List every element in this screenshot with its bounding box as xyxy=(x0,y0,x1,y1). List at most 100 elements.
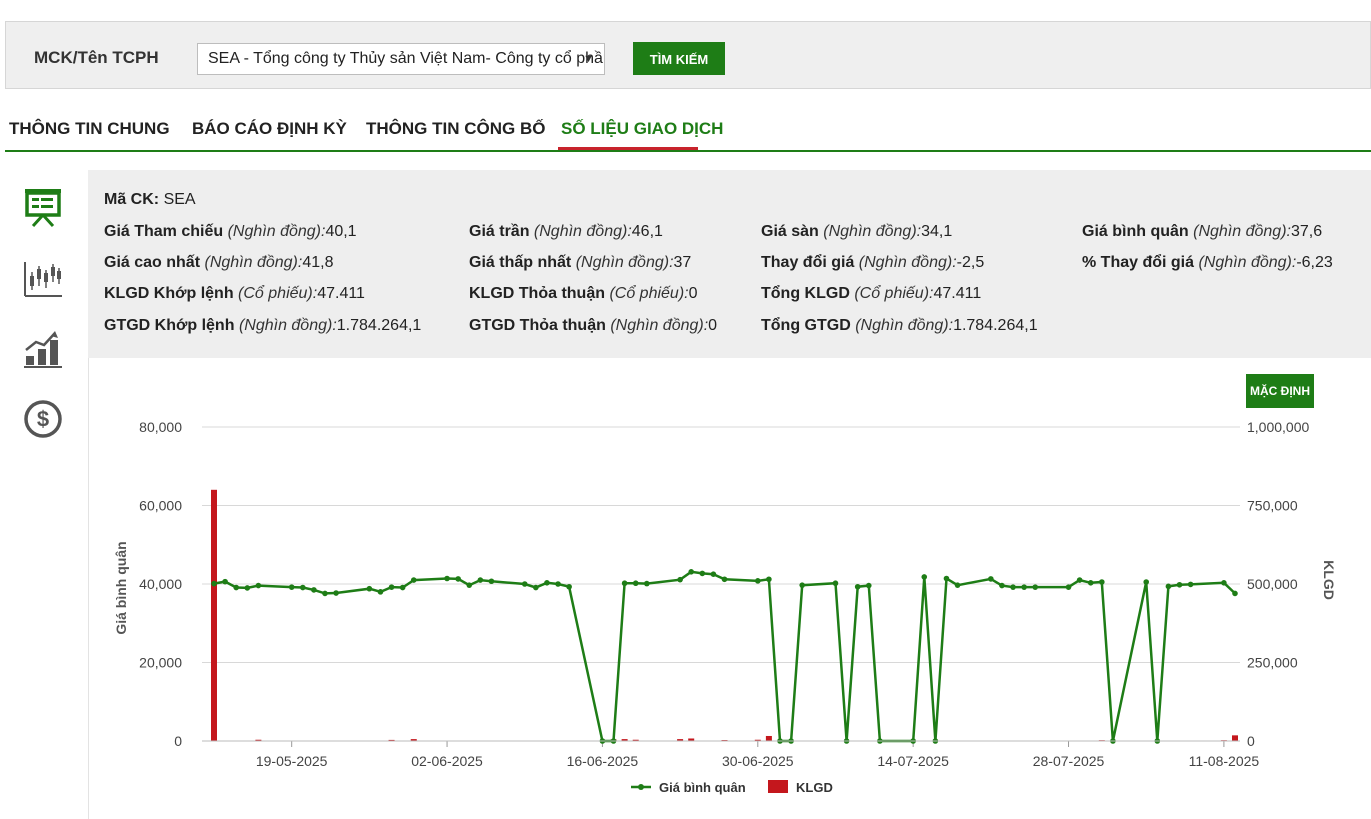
company-select-value: SEA - Tổng công ty Thủy sản Việt Nam- Cô… xyxy=(208,50,605,67)
price-point xyxy=(544,580,550,586)
active-tab-indicator xyxy=(558,147,698,150)
search-bar: MCK/Tên TCPH SEA - Tổng công ty Thủy sản… xyxy=(5,21,1371,89)
price-point xyxy=(521,581,528,587)
price-point xyxy=(244,585,251,591)
price-volume-chart: 0 20,000 40,000 60,000 80,000 0 250,000 500,000… xyxy=(113,419,1337,795)
info-gia-thap-nhat: Giá thấp nhất (Nghìn đồng):37 xyxy=(469,254,692,271)
x-tick-label: 16-06-2025 xyxy=(567,753,639,769)
price-point xyxy=(1221,580,1227,586)
y2-tick-label: 250,000 xyxy=(1247,655,1298,671)
price-point xyxy=(865,582,872,589)
price-point xyxy=(1176,581,1183,588)
presentation-icon[interactable] xyxy=(22,186,64,228)
price-point xyxy=(1099,579,1105,585)
search-button[interactable]: TÌM KIẾM xyxy=(633,42,725,75)
info-gia-tran: Giá trần (Nghìn đồng):46,1 xyxy=(469,223,663,240)
y2-tick-label: 500,000 xyxy=(1247,576,1298,592)
price-point xyxy=(943,575,950,582)
x-tick-label: 14-07-2025 xyxy=(877,753,949,769)
info-gtgd-thoa-thuan: GTGD Thỏa thuận (Nghìn đồng):0 xyxy=(469,317,718,334)
price-point xyxy=(299,584,306,591)
y2-tick-label: 0 xyxy=(1247,733,1255,749)
candlestick-chart-icon[interactable] xyxy=(22,258,64,300)
price-point xyxy=(999,582,1005,589)
trading-info-panel: Mã CK: SEA Giá Tham chiếu (Nghìn đồng):4… xyxy=(88,170,1371,358)
price-point xyxy=(466,582,473,588)
price-point xyxy=(399,584,406,591)
price-point xyxy=(1165,583,1172,590)
price-point xyxy=(1065,584,1072,590)
y2-tick-label: 750,000 xyxy=(1247,498,1298,514)
price-point xyxy=(988,576,994,582)
info-phan-tram-thay-doi: % Thay đổi giá (Nghìn đồng):-6,23 xyxy=(1082,254,1333,271)
y-tick-label: 40,000 xyxy=(139,576,182,592)
price-point xyxy=(311,587,317,593)
klgd-bar xyxy=(765,735,772,741)
price-point xyxy=(699,570,706,577)
price-point xyxy=(632,580,639,587)
price-point xyxy=(754,578,761,584)
price-line xyxy=(213,570,1236,743)
x-tick-label: 19-05-2025 xyxy=(256,753,328,769)
info-tong-gtgd: Tổng GTGD (Nghìn đồng):1.784.264,1 xyxy=(761,317,1038,334)
klgd-bar xyxy=(1232,735,1238,741)
price-point xyxy=(211,580,217,587)
price-point xyxy=(255,582,262,589)
price-point xyxy=(388,584,395,590)
price-point xyxy=(854,583,861,590)
price-point xyxy=(477,577,484,583)
info-thay-doi-gia: Thay đổi giá (Nghìn đồng):-2,5 xyxy=(761,254,985,271)
dollar-coin-icon[interactable]: $ xyxy=(22,398,64,440)
y2-axis-title: KLGD xyxy=(1321,560,1337,600)
tab-disclosures[interactable]: THÔNG TIN CÔNG BỐ xyxy=(366,119,545,139)
y2-tick-label: 1,000,000 xyxy=(1247,419,1309,435)
growth-chart-icon[interactable] xyxy=(22,328,64,370)
price-point xyxy=(377,589,384,595)
price-point xyxy=(799,582,805,588)
price-point xyxy=(1010,584,1016,590)
price-point xyxy=(921,574,928,580)
legend-label-price: Giá bình quân xyxy=(659,780,746,795)
info-gia-san: Giá sàn (Nghìn đồng):34,1 xyxy=(761,223,953,240)
price-point xyxy=(832,580,839,587)
info-gia-cao-nhat: Giá cao nhất (Nghìn đồng):41,8 xyxy=(104,254,334,271)
y-tick-label: 80,000 xyxy=(139,419,182,435)
search-label: MCK/Tên TCPH xyxy=(34,48,159,67)
price-point xyxy=(222,578,228,585)
x-tick-label: 11-08-2025 xyxy=(1189,753,1260,769)
y-tick-label: 20,000 xyxy=(139,655,182,671)
price-point xyxy=(333,590,339,596)
price-point xyxy=(366,585,373,592)
x-tick-label: 02-06-2025 xyxy=(411,753,483,769)
legend-label-volume: KLGD xyxy=(796,780,833,795)
legend-line-marker xyxy=(638,784,644,790)
default-button[interactable]: MẶC ĐỊNH xyxy=(1246,374,1314,408)
y-axis-title: Giá bình quân xyxy=(113,541,129,634)
klgd-bar xyxy=(211,489,217,741)
info-gtgd-khop-lenh: GTGD Khớp lệnh (Nghìn đồng):1.784.264,1 xyxy=(104,317,422,334)
legend-bar-swatch xyxy=(768,780,788,793)
price-point xyxy=(1187,581,1194,588)
price-point xyxy=(766,576,772,583)
tab-periodic-reports[interactable]: BÁO CÁO ĐỊNH KỲ xyxy=(192,119,347,139)
price-point xyxy=(677,576,683,583)
tab-general-info[interactable]: THÔNG TIN CHUNG xyxy=(9,119,170,139)
main-tabs: THÔNG TIN CHUNG BÁO CÁO ĐỊNH KỲ THÔNG TI… xyxy=(5,112,1371,152)
price-point xyxy=(621,580,628,587)
y-tick-label: 0 xyxy=(174,733,182,749)
info-gia-tham-chieu: Giá Tham chiếu (Nghìn đồng):40,1 xyxy=(104,223,357,240)
price-point xyxy=(233,584,239,591)
company-select[interactable]: SEA - Tổng công ty Thủy sản Việt Nam- Cô… xyxy=(197,43,605,75)
price-point xyxy=(721,576,728,583)
price-point xyxy=(710,571,717,577)
price-point xyxy=(444,575,450,582)
y-tick-label: 60,000 xyxy=(139,498,182,514)
price-point xyxy=(1021,584,1027,590)
info-tong-klgd: Tổng KLGD (Cổ phiếu):47.411 xyxy=(761,285,982,302)
chevron-down-icon: ▼ xyxy=(583,53,594,65)
price-point xyxy=(410,577,417,583)
price-point xyxy=(644,580,650,587)
tab-trading-data[interactable]: SỐ LIỆU GIAO DỊCH xyxy=(561,119,723,139)
x-tick-label: 28-07-2025 xyxy=(1033,753,1105,769)
price-point xyxy=(688,569,695,575)
